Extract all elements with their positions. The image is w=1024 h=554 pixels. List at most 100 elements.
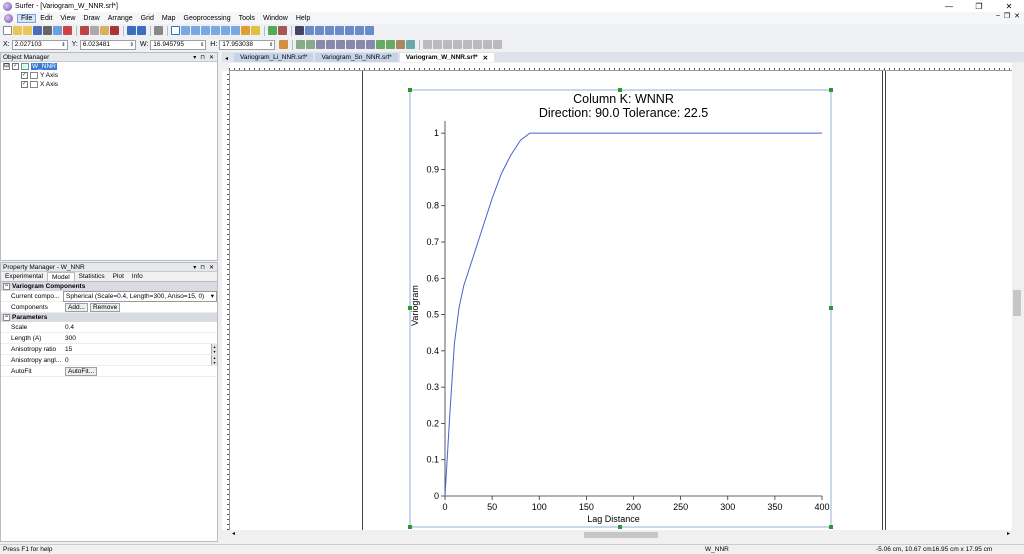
find-icon[interactable] [154, 26, 163, 35]
menu-help[interactable]: Help [292, 15, 314, 22]
open-icon[interactable] [13, 26, 22, 35]
align-center-icon[interactable] [326, 40, 336, 49]
collapse-icon[interactable]: − [3, 283, 10, 290]
close-tab-icon[interactable]: ✕ [483, 54, 488, 62]
align-middle-icon[interactable] [356, 40, 366, 49]
symbol-icon[interactable] [325, 26, 334, 35]
menu-geoprocessing[interactable]: Geoprocessing [180, 15, 235, 22]
horizontal-scroll-thumb[interactable] [584, 532, 658, 538]
open-folder-icon[interactable] [23, 26, 32, 35]
spacing-icon[interactable] [406, 40, 416, 49]
menu-file[interactable]: File [17, 13, 37, 23]
menu-view[interactable]: View [56, 15, 79, 22]
tab-scroll-left-icon[interactable]: ◂ [222, 55, 234, 62]
tab-variogram-w[interactable]: Variogram_W_NNR.srf* ✕ [399, 53, 495, 62]
menu-edit[interactable]: Edit [36, 15, 56, 22]
polyline-icon[interactable] [315, 26, 324, 35]
maximize-button[interactable]: ❐ [964, 0, 994, 12]
pan-icon[interactable] [241, 26, 250, 35]
tab-variogram-sn[interactable]: Variogram_Sn_NNR.srf* [315, 53, 398, 62]
horizontal-scrollbar[interactable]: ◂ ▸ [230, 530, 1012, 540]
doc-minimize-button[interactable]: – [996, 12, 1000, 20]
current-component-select[interactable]: Spherical (Scale=0.4, Length=300, Aniso=… [63, 290, 217, 302]
autofit-button[interactable]: AutoFit... [65, 366, 98, 376]
plot-canvas[interactable]: Column K: WNNR Direction: 90.0 Tolerance:… [230, 71, 1012, 530]
polygon-icon[interactable] [305, 26, 314, 35]
length-field[interactable]: 300 [63, 333, 217, 344]
vertical-scroll-thumb[interactable] [1013, 290, 1021, 316]
visibility-checkbox[interactable]: ✓ [12, 63, 19, 70]
scroll-right-icon[interactable]: ▸ [1007, 530, 1010, 537]
group-icon[interactable] [296, 40, 306, 49]
align-right-icon[interactable] [336, 40, 346, 49]
panel-close-icon[interactable]: ✕ [209, 264, 214, 271]
tree-item-y-axis[interactable]: ✓ Y Axis [1, 71, 217, 80]
panel-menu-icon[interactable]: ▾ [193, 54, 196, 61]
h-field[interactable]: 17.953038 ⇕ [219, 39, 276, 50]
zoom-page-icon[interactable] [211, 26, 220, 35]
scale-field[interactable]: 0.4 [63, 322, 217, 333]
reshape-icon[interactable] [423, 40, 433, 49]
x-field[interactable]: 2.027103 ⇕ [11, 39, 68, 50]
refresh-icon[interactable] [268, 26, 277, 35]
spline-icon[interactable] [365, 26, 374, 35]
tab-statistics[interactable]: Statistics [75, 272, 109, 281]
visibility-checkbox[interactable]: ✓ [21, 81, 28, 88]
vertical-scrollbar[interactable] [1012, 63, 1022, 530]
rotate-icon[interactable] [396, 40, 406, 49]
menu-arrange[interactable]: Arrange [104, 15, 137, 22]
panel-close-icon[interactable]: ✕ [209, 54, 214, 61]
panel-pin-icon[interactable]: ⊓ [200, 54, 205, 61]
redraw-icon[interactable] [251, 26, 260, 35]
new-icon[interactable] [3, 26, 12, 35]
menu-draw[interactable]: Draw [79, 15, 103, 22]
delete-icon[interactable] [110, 26, 119, 35]
tree-item-variogram[interactable]: ⊟ ✓ W_NNR [1, 62, 217, 71]
combine-icon[interactable] [443, 40, 453, 49]
redo-icon[interactable] [137, 26, 146, 35]
buffer-icon[interactable] [493, 40, 503, 49]
doc-close-button[interactable]: ✕ [1014, 12, 1020, 20]
visibility-checkbox[interactable]: ✓ [21, 72, 28, 79]
tab-plot[interactable]: Plot [109, 272, 128, 281]
rectangle-icon[interactable] [335, 26, 344, 35]
panel-pin-icon[interactable]: ⊓ [200, 264, 205, 271]
remove-component-button[interactable]: Remove [89, 302, 121, 312]
spin-icon[interactable]: ▴ ▾ [211, 344, 217, 354]
rounded-rect-icon[interactable] [345, 26, 354, 35]
menu-grid[interactable]: Grid [137, 15, 158, 22]
close-button[interactable]: ✕ [994, 0, 1024, 12]
collapse-icon[interactable]: ⊟ [3, 63, 10, 70]
spin-icon[interactable]: ▴ ▾ [211, 355, 217, 365]
save-icon[interactable] [33, 26, 42, 35]
break-apart-icon[interactable] [433, 40, 443, 49]
anisotropy-ratio-field[interactable]: 15 ▴ ▾ [63, 344, 217, 355]
app-menu-icon[interactable] [4, 13, 13, 23]
split-icon[interactable] [483, 40, 493, 49]
menu-map[interactable]: Map [158, 15, 180, 22]
text-icon[interactable] [295, 26, 304, 35]
zoom-out-icon[interactable] [191, 26, 200, 35]
variogram-chart[interactable]: Column K: WNNRDirection: 90.0 Tolerance:… [230, 71, 1012, 530]
collapse-icon[interactable]: − [3, 314, 10, 321]
move-back-icon[interactable] [386, 40, 396, 49]
zoom-selected-icon[interactable] [231, 26, 240, 35]
zoom-extents-icon[interactable] [221, 26, 230, 35]
align-left-icon[interactable] [316, 40, 326, 49]
zoom-in-icon[interactable] [181, 26, 190, 35]
tab-variogram-li[interactable]: Variogram_Li_NNR.srf* [234, 53, 314, 62]
minimize-button[interactable]: — [934, 0, 964, 12]
ungroup-icon[interactable] [306, 40, 316, 49]
tab-info[interactable]: Info [128, 272, 147, 281]
lock-icon[interactable] [279, 40, 289, 49]
zoom-rect-icon[interactable] [201, 26, 210, 35]
copy-icon[interactable] [90, 26, 99, 35]
undo-icon[interactable] [127, 26, 136, 35]
align-top-icon[interactable] [346, 40, 356, 49]
tab-model[interactable]: Model [46, 272, 75, 281]
w-field[interactable]: 16.945795 ⇕ [150, 39, 207, 50]
tree-item-x-axis[interactable]: ✓ X Axis [1, 80, 217, 89]
export-icon[interactable] [53, 26, 62, 35]
chevron-down-icon[interactable]: ▾ [209, 292, 216, 300]
ellipse-icon[interactable] [355, 26, 364, 35]
